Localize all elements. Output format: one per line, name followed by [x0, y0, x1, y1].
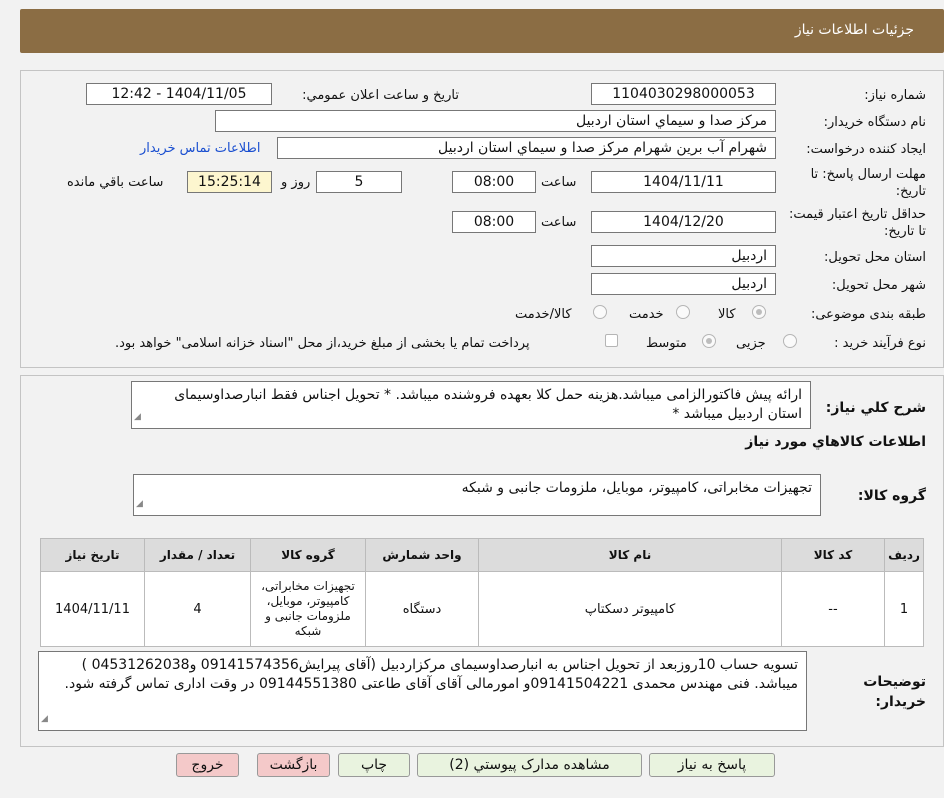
goods-group-text: تجهیزات مخابراتی، کامپیوتر، موبایل، ملزو…	[461, 480, 812, 496]
deadline-date-field: 1404/11/11	[591, 171, 776, 193]
cell-qty: 4	[144, 571, 251, 647]
page-header: جزئیات اطلاعات نیاز	[20, 9, 944, 53]
requester-field: شهرام آب برين شهرام مركز صدا و سيماي است…	[277, 137, 776, 159]
province-field: اردبيل	[591, 245, 776, 267]
category-radio-both[interactable]	[593, 305, 607, 319]
validity-time-field: 08:00	[452, 211, 536, 233]
need-number-label: شماره نیاز:	[864, 88, 926, 103]
treasury-payment-checkbox[interactable]	[605, 334, 618, 347]
remaining-time-label: ساعت باقي مانده	[67, 175, 164, 190]
col-header-name: نام کالا	[478, 538, 782, 572]
items-table: رديف کد کالا نام کالا واحد شمارش گروه کا…	[40, 538, 924, 647]
process-option-medium: متوسط	[646, 336, 687, 351]
cell-code: --	[781, 571, 885, 647]
process-label: نوع فرآیند خرید :	[834, 336, 926, 351]
buyer-notes-textarea[interactable]: تسویه حساب 10روزبعد از تحویل اجناس به ان…	[38, 651, 807, 731]
process-radio-minor[interactable]	[783, 334, 797, 348]
deadline-label: مهلت ارسال پاسخ: تا تاریخ:	[810, 167, 926, 199]
cell-row: 1	[884, 571, 924, 647]
validity-time-label: ساعت	[541, 215, 577, 230]
view-attachments-button[interactable]: مشاهده مدارک پيوستي (2)	[417, 753, 642, 777]
announce-label: تاریخ و ساعت اعلان عمومي:	[302, 88, 459, 103]
cell-unit: دستگاه	[365, 571, 479, 647]
table-header-row: رديف کد کالا نام کالا واحد شمارش گروه کا…	[40, 538, 924, 572]
category-option-service: خدمت	[629, 307, 664, 322]
category-radio-service[interactable]	[676, 305, 690, 319]
reply-button[interactable]: پاسخ به نياز	[649, 753, 775, 777]
deadline-time-label: ساعت	[541, 175, 577, 190]
col-header-date: تاريخ نياز	[40, 538, 145, 572]
goods-group-label: گروه کالا:	[857, 488, 926, 504]
exit-button[interactable]: خروج	[176, 753, 239, 777]
announce-field: 1404/11/05 - 12:42	[86, 83, 272, 105]
city-label: شهر محل تحویل:	[831, 278, 926, 293]
process-option-minor: جزیی	[736, 336, 766, 351]
category-option-both: کالا/خدمت	[515, 307, 572, 322]
col-header-code: کد کالا	[781, 538, 885, 572]
col-header-group: گروه کالا	[250, 538, 366, 572]
print-button[interactable]: چاپ	[338, 753, 410, 777]
page-title: جزئیات اطلاعات نیاز	[794, 22, 914, 38]
back-button[interactable]: بازگشت	[257, 753, 330, 777]
validity-date-field: 1404/12/20	[591, 211, 776, 233]
description-text: ارائه پیش فاکتورالزامی میباشد.هزینه حمل …	[174, 387, 802, 422]
cell-name: کامپیوتر دسکتاپ	[478, 571, 782, 647]
col-header-row: رديف	[884, 538, 924, 572]
province-label: استان محل تحویل:	[824, 250, 926, 265]
remaining-time-field: 15:25:14	[187, 171, 272, 193]
days-label: روز و	[281, 175, 311, 190]
description-label: شرح کلي نیاز:	[825, 400, 926, 416]
treasury-payment-note: پرداخت تمام یا بخشی از مبلغ خرید،از محل …	[115, 336, 530, 351]
category-label: طبقه بندی موضوعی:	[810, 307, 926, 322]
resize-grip-icon: ◢	[41, 714, 48, 724]
category-option-goods: کالا	[718, 307, 736, 322]
description-textarea[interactable]: ارائه پیش فاکتورالزامی میباشد.هزینه حمل …	[131, 381, 811, 429]
buyer-org-label: نام دستگاه خريدار:	[823, 115, 926, 130]
buyer-notes-text: تسویه حساب 10روزبعد از تحویل اجناس به ان…	[64, 657, 798, 692]
need-number-field: 1104030298000053	[591, 83, 776, 105]
process-radio-medium[interactable]	[702, 334, 716, 348]
buyer-org-field: مرکز صدا و سيماي استان اردبيل	[215, 110, 776, 132]
city-field: اردبيل	[591, 273, 776, 295]
cell-group: تجهیزات مخابراتی، کامپیوتر، موبایل، ملزو…	[250, 571, 366, 647]
resize-grip-icon: ◢	[136, 499, 143, 509]
col-header-qty: تعداد / مقدار	[144, 538, 251, 572]
validity-label: حداقل تاریخ اعتبار قیمت: تا تاریخ:	[788, 207, 926, 239]
goods-group-textarea[interactable]: تجهیزات مخابراتی، کامپیوتر، موبایل، ملزو…	[133, 474, 821, 516]
buyer-notes-label: توضیحات خریدار:	[863, 674, 926, 710]
resize-grip-icon: ◢	[134, 412, 141, 422]
category-radio-goods[interactable]	[752, 305, 766, 319]
col-header-unit: واحد شمارش	[365, 538, 479, 572]
table-row: 1 -- کامپیوتر دسکتاپ دستگاه تجهیزات مخاب…	[40, 571, 924, 647]
buyer-contact-link[interactable]: اطلاعات تماس خريدار	[140, 141, 260, 156]
requester-label: ایجاد کننده درخواست:	[806, 142, 926, 157]
cell-date: 1404/11/11	[40, 571, 145, 647]
goods-section-title: اطلاعات کالاهاي مورد نياز	[745, 434, 926, 450]
deadline-time-field: 08:00	[452, 171, 536, 193]
days-field: 5	[316, 171, 402, 193]
